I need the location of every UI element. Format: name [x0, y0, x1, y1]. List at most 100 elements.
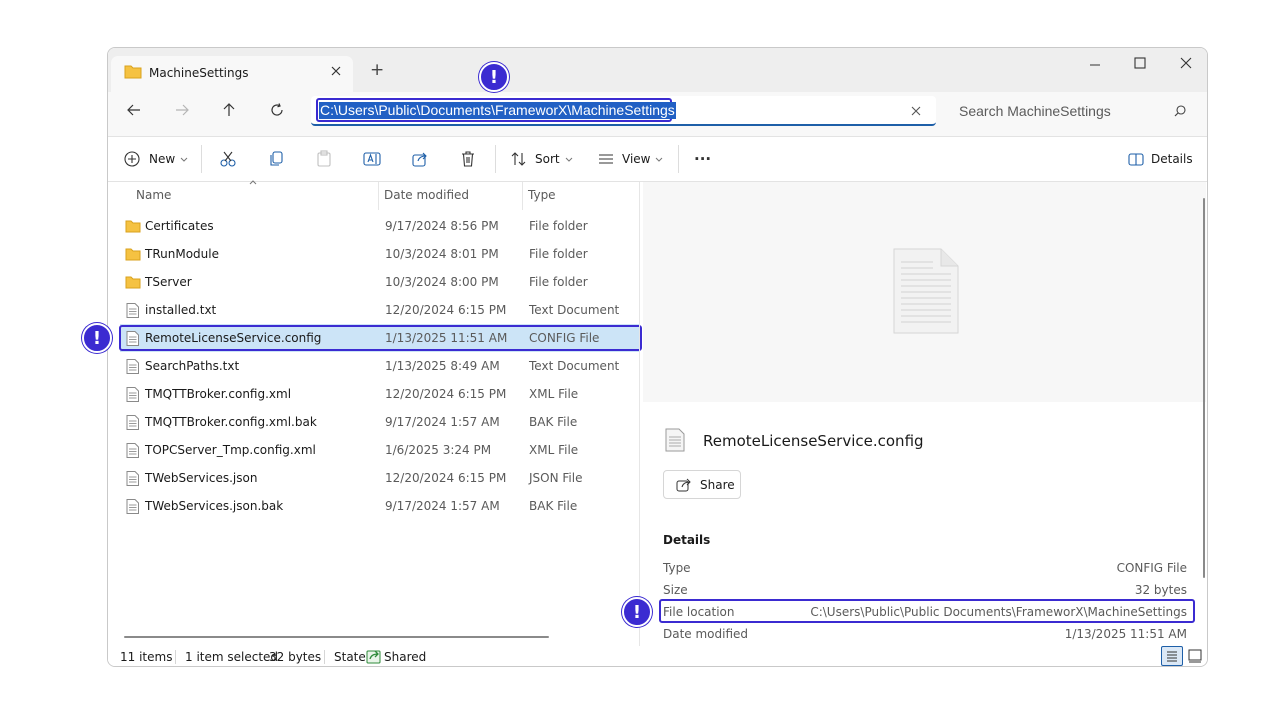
document-icon: [126, 359, 139, 374]
minimize-icon[interactable]: [1088, 58, 1102, 72]
view-button[interactable]: View: [597, 150, 664, 168]
document-icon: [126, 443, 139, 458]
delete-icon[interactable]: [459, 150, 477, 168]
document-icon: [126, 471, 139, 486]
file-row[interactable]: TWebServices.json 12/20/2024 6:15 PM JSON …: [120, 464, 640, 492]
toolbar-divider: [201, 145, 202, 173]
file-type: File folder: [529, 275, 588, 289]
back-button[interactable]: [120, 96, 148, 124]
tab-close-icon[interactable]: [330, 65, 342, 77]
file-row[interactable]: SearchPaths.txt 1/13/2025 8:49 AM Text Doc…: [120, 352, 640, 380]
marker-glyph: !: [489, 66, 499, 88]
column-date-modified[interactable]: Date modified: [384, 188, 469, 202]
details-label: Details: [1151, 152, 1193, 166]
toolbar-divider: [495, 145, 496, 173]
new-tab-button[interactable]: +: [370, 61, 384, 79]
document-icon: [665, 428, 685, 452]
arrow-up-icon: [223, 103, 235, 116]
rename-icon[interactable]: [363, 150, 381, 168]
file-name: TWebServices.json: [145, 471, 258, 485]
size-label: Size: [663, 583, 688, 597]
chevron-down-icon: [656, 157, 663, 162]
state-label: State:: [334, 650, 370, 664]
file-type: XML File: [529, 387, 579, 401]
close-icon[interactable]: [1179, 56, 1193, 70]
sort-icon: [511, 152, 526, 166]
cut-icon[interactable]: [219, 150, 237, 168]
marker-glyph: !: [92, 327, 102, 349]
file-date-modified: 10/3/2024 8:01 PM: [385, 247, 499, 261]
pane-divider: [639, 182, 640, 646]
marker-glyph: !: [632, 601, 642, 623]
file-name: TRunModule: [145, 247, 219, 261]
file-date-modified: 9/17/2024 8:56 PM: [385, 219, 499, 233]
file-date-modified: 12/20/2024 6:15 PM: [385, 387, 507, 401]
clear-address-icon[interactable]: [910, 105, 922, 117]
file-type: File folder: [529, 247, 588, 261]
file-name: SearchPaths.txt: [145, 359, 240, 373]
file-row[interactable]: TOPCServer_Tmp.config.xml 1/6/2025 3:24 P…: [120, 436, 640, 464]
refresh-icon: [271, 103, 283, 116]
pane-scrollbar[interactable]: [1203, 198, 1205, 578]
address-path[interactable]: C:\Users\Public\Documents\FrameworX\Mach…: [319, 102, 676, 119]
file-row[interactable]: TMQTTBroker.config.xml.bak 9/17/2024 1:57…: [120, 408, 640, 436]
plus-circle-icon: [124, 151, 140, 167]
type-label: Type: [663, 561, 691, 575]
maximize-icon[interactable]: [1133, 56, 1147, 70]
file-date-modified: 12/20/2024 6:15 PM: [385, 303, 507, 317]
selection-size: 32 bytes: [269, 650, 322, 664]
folder-icon: [124, 65, 142, 79]
details-view-icon: [1167, 651, 1177, 662]
file-row[interactable]: TWebServices.json.bak 9/17/2024 1:57 AM BA…: [120, 492, 640, 520]
file-row[interactable]: TServer 10/3/2024 8:00 PM File folder: [120, 268, 640, 296]
new-button[interactable]: New: [123, 150, 189, 168]
file-row[interactable]: TRunModule 10/3/2024 8:01 PM File folder: [120, 240, 640, 268]
refresh-button[interactable]: [263, 96, 291, 124]
column-type[interactable]: Type: [528, 188, 556, 202]
column-divider[interactable]: [522, 182, 523, 210]
file-row[interactable]: TMQTTBroker.config.xml 12/20/2024 6:15 PM…: [120, 380, 640, 408]
status-divider: [175, 650, 176, 664]
share-icon: [676, 478, 691, 492]
size-value: 32 bytes: [1134, 583, 1187, 597]
search-box[interactable]: Search MachineSettings: [947, 96, 1199, 126]
document-preview-icon: [893, 248, 959, 334]
callout-marker-address: !: [479, 62, 509, 92]
file-type: JSON File: [529, 471, 583, 485]
document-icon: [126, 499, 139, 514]
column-divider[interactable]: [378, 182, 379, 210]
details-view-button[interactable]: [1161, 646, 1183, 666]
file-name: TMQTTBroker.config.xml: [145, 387, 292, 401]
column-name[interactable]: Name: [136, 188, 171, 202]
share-icon[interactable]: [411, 150, 429, 168]
shared-icon: [366, 650, 381, 664]
file-row[interactable]: Certificates 9/17/2024 8:56 PM File folder: [120, 212, 640, 240]
location-highlight-box: [659, 599, 1195, 623]
type-value: CONFIG File: [1116, 561, 1187, 575]
sort-button[interactable]: Sort: [510, 150, 574, 168]
arrow-left-icon: [127, 104, 140, 116]
tab-machinesettings[interactable]: MachineSettings: [111, 56, 353, 92]
search-placeholder: Search MachineSettings: [959, 103, 1111, 119]
file-type: File folder: [529, 219, 588, 233]
new-label: New: [149, 152, 176, 166]
horizontal-scrollbar[interactable]: [124, 636, 549, 638]
chevron-down-icon: [180, 157, 188, 162]
file-row[interactable]: installed.txt 12/20/2024 6:15 PM Text Docu…: [120, 296, 640, 324]
details-file-name: RemoteLicenseService.config: [703, 432, 924, 450]
paste-icon[interactable]: [315, 150, 333, 168]
file-name: TOPCServer_Tmp.config.xml: [145, 443, 316, 457]
up-button[interactable]: [215, 96, 243, 124]
sort-up-icon: [249, 180, 257, 185]
selection-count: 1 item selected: [185, 650, 279, 664]
details-pane-button[interactable]: Details: [1127, 150, 1193, 168]
sort-label: Sort: [535, 152, 560, 166]
details-share-button[interactable]: Share: [663, 470, 741, 499]
file-name: TWebServices.json.bak: [145, 499, 284, 513]
more-options-button[interactable]: ···: [694, 151, 711, 167]
callout-marker-location: !: [622, 597, 652, 627]
view-list-icon: [599, 154, 613, 164]
copy-icon[interactable]: [267, 150, 285, 168]
large-icons-view-icon[interactable]: [1187, 648, 1203, 664]
forward-button[interactable]: [168, 96, 196, 124]
